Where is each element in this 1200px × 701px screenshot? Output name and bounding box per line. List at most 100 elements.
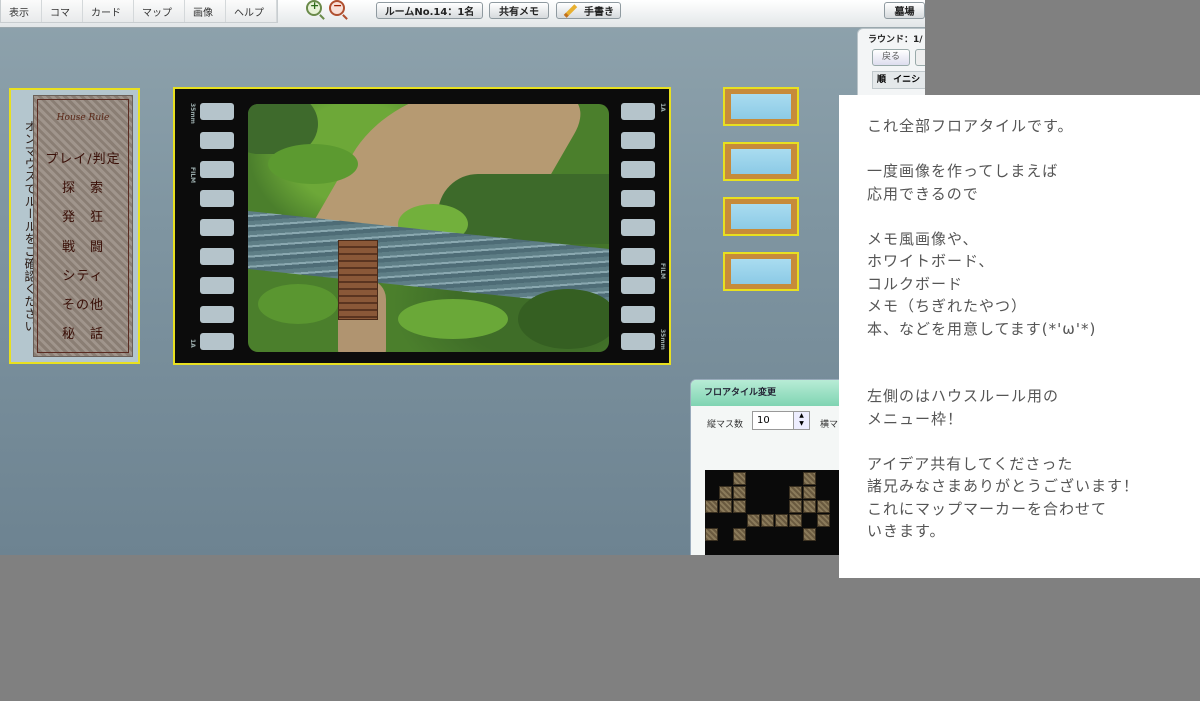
tile (803, 472, 816, 485)
corkboard-tile[interactable] (723, 142, 799, 181)
zoom-in-icon[interactable]: + (306, 0, 322, 16)
memo-line: 本、などを用意してます(*'ω'*) (867, 319, 1097, 338)
house-rule-item[interactable]: 探 索 (34, 177, 132, 206)
house-rule-item[interactable]: 発 狂 (34, 206, 132, 235)
rows-input[interactable]: 10 (752, 411, 794, 430)
app-window: 表示 コマ カード マップ 画像 ヘルプ + − ルームNo.14：1名 共有メ… (0, 0, 925, 555)
menu-view[interactable]: 表示 (1, 0, 42, 22)
house-rule-item[interactable]: 秘 話 (34, 323, 132, 352)
memo-line: 左側のはハウスルール用の (867, 387, 1060, 405)
wooden-bridge (338, 240, 378, 320)
corkboard-tile[interactable] (723, 252, 799, 291)
tile (719, 486, 732, 499)
memo-line: アイデア共有してくださった (867, 454, 1074, 473)
menu-cards[interactable]: カード (83, 0, 134, 22)
film-hole (200, 103, 234, 120)
tile (817, 500, 830, 513)
menu-help[interactable]: ヘルプ (226, 0, 277, 22)
house-rule-title: House Rule (56, 113, 110, 123)
film-map-tile[interactable]: 35mm 1A FILM FILM 1A 35mm (173, 87, 671, 365)
tile (803, 486, 816, 499)
film-label: 35mm (189, 103, 196, 124)
next-button[interactable] (915, 49, 925, 66)
house-rule-item[interactable]: プレイ/判定 (34, 148, 132, 177)
round-panel: ラウンド：1/ 戻る 順 イニシ (857, 28, 925, 100)
film-label: FILM (659, 263, 666, 280)
tile (789, 514, 802, 527)
film-hole (200, 248, 234, 265)
film-hole (621, 306, 655, 323)
tile (775, 514, 788, 527)
memo-line: 一度画像を作ってしまえば (867, 162, 1059, 180)
menu-image[interactable]: 画像 (185, 0, 226, 22)
pencil-icon (563, 3, 578, 18)
tile (733, 486, 746, 499)
back-button[interactable]: 戻る (872, 49, 910, 66)
house-rule-menu[interactable]: オンマウスでルールをご確認ください House Rule プレイ/判定 探 索 … (9, 88, 140, 364)
film-label: FILM (189, 167, 196, 184)
graveyard-button[interactable]: 墓場 (884, 2, 925, 19)
cols-label: 横マ (820, 420, 839, 430)
house-rule-item[interactable]: その他 (34, 294, 132, 323)
film-label: 35mm (659, 329, 666, 350)
film-hole (200, 219, 234, 236)
memo-text: これ全部フロアタイルです。 一度画像を作ってしまえば 応用できるので メモ風画像や… (867, 115, 1139, 543)
house-rule-item[interactable]: シティ (34, 265, 132, 294)
menu-map[interactable]: マップ (134, 0, 185, 22)
tile (803, 528, 816, 541)
handwrite-button[interactable]: 手書き (556, 2, 621, 19)
col-initiative: イニシ (893, 75, 921, 85)
corkboard-tile[interactable] (723, 87, 799, 126)
tile (705, 500, 718, 513)
film-label: 1A (189, 339, 196, 348)
film-hole (200, 277, 234, 294)
memo-line: いきます。 (867, 522, 946, 540)
film-hole (621, 161, 655, 178)
tile (803, 500, 816, 513)
round-title: ラウンド：1/ (868, 35, 923, 45)
memo-line: これにマップマーカーを合わせて (867, 499, 1108, 518)
memo-line: メモ風画像や、 (867, 229, 979, 248)
tile (817, 514, 830, 527)
memo-line: コルクボード (867, 274, 964, 293)
tile (733, 472, 746, 485)
room-info-button[interactable]: ルームNo.14：1名 (376, 2, 483, 19)
house-rule-item[interactable]: 戦 闘 (34, 236, 132, 265)
menu-pieces[interactable]: コマ (42, 0, 83, 22)
menu-list: 表示 コマ カード マップ 画像 ヘルプ (0, 0, 278, 23)
tile (789, 500, 802, 513)
tile-preview[interactable] (705, 470, 845, 555)
handwrite-label: 手書き (584, 7, 614, 18)
grass-patch (268, 144, 358, 184)
tile (747, 514, 760, 527)
memo-line: 応用できるので (867, 184, 979, 203)
zoom-out-icon[interactable]: − (329, 0, 345, 16)
shared-memo-button[interactable]: 共有メモ (489, 2, 549, 19)
col-order: 順 (877, 75, 887, 85)
tile (719, 500, 732, 513)
film-hole (621, 103, 655, 120)
tile (733, 500, 746, 513)
film-label: 1A (659, 103, 666, 112)
annotation-memo: これ全部フロアタイルです。 一度画像を作ってしまえば 応用できるので メモ風画像や… (839, 95, 1200, 578)
film-hole (621, 190, 655, 207)
memo-line (867, 430, 1139, 453)
forest-river-scene (248, 104, 609, 352)
memo-line (867, 340, 1139, 363)
tile (705, 528, 718, 541)
memo-line: メモ（ちぎれたやつ） (867, 297, 1028, 315)
menubar: 表示 コマ カード マップ 画像 ヘルプ + − ルームNo.14：1名 共有メ… (0, 0, 925, 28)
initiative-table-header: 順 イニシ (872, 71, 925, 89)
film-hole (200, 190, 234, 207)
corkboard-tile[interactable] (723, 197, 799, 236)
film-hole (200, 333, 234, 350)
film-hole (621, 333, 655, 350)
film-hole (621, 277, 655, 294)
film-hole (200, 132, 234, 149)
film-hole (621, 248, 655, 265)
tile (733, 528, 746, 541)
tile (789, 486, 802, 499)
rows-stepper[interactable]: ▲ ▼ (793, 411, 810, 430)
tile (761, 514, 774, 527)
rows-label: 縦マス数 (707, 420, 744, 430)
